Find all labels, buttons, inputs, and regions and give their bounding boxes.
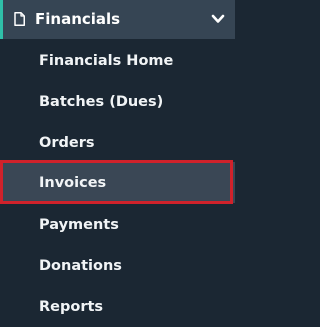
document-icon — [14, 12, 25, 26]
menu-item-payments[interactable]: Payments — [0, 204, 235, 245]
menu-item-orders[interactable]: Orders — [0, 122, 235, 163]
financials-menu: Financials Financials Home Batches (Dues… — [0, 0, 235, 323]
menu-item-batches-dues[interactable]: Batches (Dues) — [0, 81, 235, 122]
menu-item-donations[interactable]: Donations — [0, 245, 235, 286]
menu-item-label: Donations — [39, 258, 122, 274]
menu-item-label: Invoices — [39, 175, 107, 191]
menu-item-label: Reports — [39, 299, 104, 315]
menu-item-financials-home[interactable]: Financials Home — [0, 40, 235, 81]
menu-item-label: Batches (Dues) — [39, 94, 164, 110]
menu-item-label: Financials Home — [39, 53, 174, 69]
menu-item-label: Orders — [39, 135, 95, 151]
menu-item-label: Payments — [39, 217, 119, 233]
financials-menu-header[interactable]: Financials — [0, 0, 235, 39]
chevron-down-icon[interactable] — [211, 12, 225, 26]
menu-item-invoices[interactable]: Invoices — [0, 162, 235, 203]
menu-header-title: Financials — [35, 10, 121, 28]
menu-item-reports[interactable]: Reports — [0, 286, 235, 327]
